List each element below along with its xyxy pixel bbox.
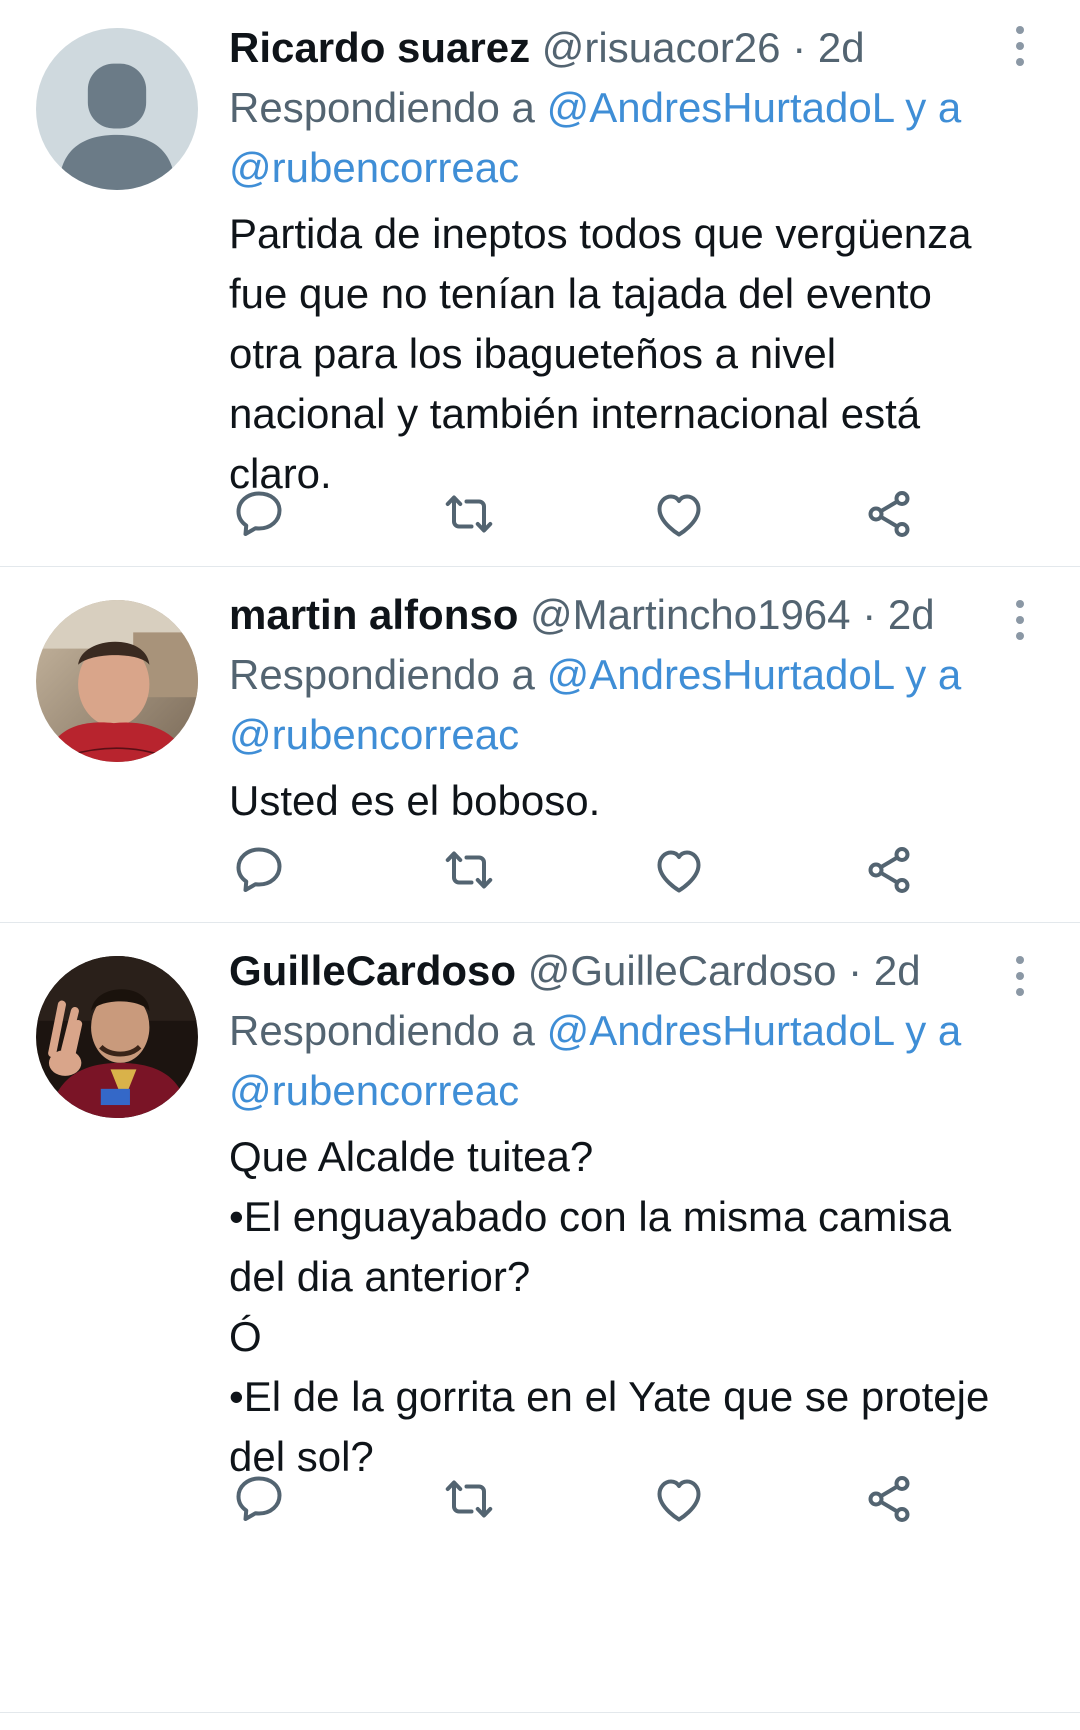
like-icon[interactable] — [649, 840, 709, 900]
tweet-text-line: Que Alcalde tuitea? — [229, 1133, 594, 1180]
tweet-text: Usted es el boboso. — [229, 771, 1032, 831]
timestamp[interactable]: 2d — [888, 591, 935, 638]
retweet-icon[interactable] — [439, 484, 499, 544]
tweet-text-line: •El enguayabado con la misma camisa — [229, 1193, 952, 1240]
reply-icon[interactable] — [229, 840, 289, 900]
share-icon[interactable] — [859, 840, 919, 900]
reply-icon[interactable] — [229, 484, 289, 544]
reply-icon[interactable] — [229, 1469, 289, 1529]
profile-photo — [36, 956, 198, 1118]
tweet-text-line: Ó — [229, 1313, 262, 1360]
tweet[interactable]: martin alfonso @Martincho1964 · 2d Respo… — [0, 567, 1080, 923]
mention-link[interactable]: @rubencorreac — [229, 144, 519, 191]
display-name[interactable]: GuilleCardoso — [229, 947, 516, 994]
share-icon[interactable] — [859, 484, 919, 544]
mention-link[interactable]: @rubencorreac — [229, 1067, 519, 1114]
tweet-text-line: otra para los ibagueteños a nivel — [229, 330, 837, 377]
display-name[interactable]: martin alfonso — [229, 591, 518, 638]
tweet-header: Ricardo suarez @risuacor26 · 2d — [229, 18, 1032, 78]
mention-link[interactable]: @AndresHurtadoL — [547, 84, 894, 131]
avatar[interactable] — [36, 600, 198, 762]
retweet-icon[interactable] — [439, 840, 499, 900]
user-handle[interactable]: @Martincho1964 — [530, 591, 850, 638]
separator-dot: · — [862, 591, 877, 638]
replying-to-prefix: Respondiendo a — [229, 84, 535, 131]
tweet-text: Que Alcalde tuitea? •El enguayabado con … — [229, 1127, 1032, 1487]
replying-to: Respondiendo a @AndresHurtadoL y a @rube… — [229, 1001, 1032, 1121]
avatar[interactable] — [36, 28, 198, 190]
replying-to-connector[interactable]: y a — [905, 651, 961, 698]
tweet-text: Partida de ineptos todos que vergüenza f… — [229, 204, 1032, 504]
more-options-icon[interactable] — [1010, 956, 1030, 996]
mention-link[interactable]: @rubencorreac — [229, 711, 519, 758]
separator-dot: · — [848, 947, 863, 994]
tweet-content: GuilleCardoso @GuilleCardoso · 2d Respon… — [229, 941, 1032, 1487]
more-options-icon[interactable] — [1010, 26, 1030, 66]
like-icon[interactable] — [649, 1469, 709, 1529]
tweet-text-line: Partida de ineptos todos que vergüenza — [229, 210, 972, 257]
tweet-content: Ricardo suarez @risuacor26 · 2d Respondi… — [229, 18, 1032, 504]
share-icon[interactable] — [859, 1469, 919, 1529]
tweet-content: martin alfonso @Martincho1964 · 2d Respo… — [229, 585, 1032, 831]
mention-link[interactable]: @AndresHurtadoL — [547, 1007, 894, 1054]
separator-dot: · — [792, 24, 807, 71]
replying-to: Respondiendo a @AndresHurtadoL y a @rube… — [229, 645, 1032, 765]
replying-to-connector[interactable]: y a — [905, 84, 961, 131]
user-handle[interactable]: @risuacor26 — [542, 24, 781, 71]
tweet-text-line: fue que no tenían la tajada del evento — [229, 270, 932, 317]
like-icon[interactable] — [649, 484, 709, 544]
tweet-header: GuilleCardoso @GuilleCardoso · 2d — [229, 941, 1032, 1001]
mention-link[interactable]: @AndresHurtadoL — [547, 651, 894, 698]
avatar[interactable] — [36, 956, 198, 1118]
retweet-icon[interactable] — [439, 1469, 499, 1529]
tweet-actions — [229, 840, 929, 900]
timestamp[interactable]: 2d — [874, 947, 921, 994]
more-options-icon[interactable] — [1010, 600, 1030, 640]
replying-to-connector[interactable]: y a — [905, 1007, 961, 1054]
replying-to-prefix: Respondiendo a — [229, 1007, 535, 1054]
tweet-actions — [229, 484, 929, 544]
replying-to: Respondiendo a @AndresHurtadoL y a @rube… — [229, 78, 1032, 198]
user-handle[interactable]: @GuilleCardoso — [528, 947, 837, 994]
replying-to-prefix: Respondiendo a — [229, 651, 535, 698]
tweet[interactable]: Ricardo suarez @risuacor26 · 2d Respondi… — [0, 0, 1080, 567]
tweet-text-line: •El de la gorrita en el Yate que se prot… — [229, 1373, 990, 1420]
tweet[interactable]: GuilleCardoso @GuilleCardoso · 2d Respon… — [0, 923, 1080, 1713]
tweet-text-line: nacional y también internacional está — [229, 390, 921, 437]
tweet-header: martin alfonso @Martincho1964 · 2d — [229, 585, 1032, 645]
display-name[interactable]: Ricardo suarez — [229, 24, 530, 71]
tweet-text-line: del dia anterior? — [229, 1253, 531, 1300]
tweet-text-line: Usted es el boboso. — [229, 777, 601, 824]
tweet-actions — [229, 1469, 929, 1529]
default-avatar-icon — [36, 28, 198, 190]
timestamp[interactable]: 2d — [818, 24, 865, 71]
profile-photo — [36, 600, 198, 762]
